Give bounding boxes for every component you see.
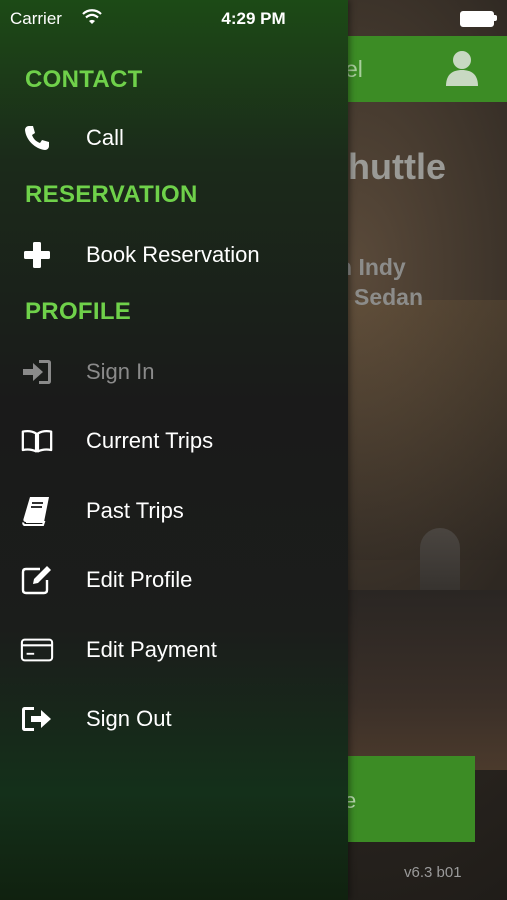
side-drawer-menu: CONTACT Call RESERVATION Book Reservatio…: [0, 0, 348, 900]
sign-in-icon: [20, 355, 54, 389]
battery-tip: [494, 15, 497, 21]
menu-item-label: Edit Payment: [86, 637, 217, 662]
hero-subtitle-line2: Sedan: [354, 284, 424, 310]
menu-item-book-reservation[interactable]: Book Reservation: [0, 227, 348, 283]
sign-out-icon: [20, 702, 54, 736]
app-header: [348, 36, 507, 102]
menu-item-sign-in[interactable]: Sign In: [0, 344, 348, 400]
user-profile-icon[interactable]: [445, 50, 479, 86]
section-title-profile: PROFILE: [25, 298, 132, 325]
plus-icon: [20, 238, 54, 272]
background-action-button[interactable]: [348, 756, 475, 842]
menu-item-sign-out[interactable]: Sign Out: [0, 691, 348, 747]
menu-item-label: Past Trips: [86, 498, 184, 523]
edit-pencil-icon: [20, 563, 54, 597]
background-photo: [348, 300, 507, 560]
menu-item-label: Call: [86, 125, 124, 150]
menu-item-edit-profile[interactable]: Edit Profile: [0, 552, 348, 608]
closed-book-icon: [20, 494, 54, 528]
clock-time: 4:29 PM: [221, 9, 286, 28]
menu-item-call[interactable]: Call: [0, 110, 348, 166]
hero-subtitle-line1: n Indy: [338, 254, 406, 280]
menu-item-label: Current Trips: [86, 428, 214, 453]
battery-icon: [460, 11, 494, 27]
menu-item-label: Edit Profile: [86, 567, 193, 592]
hero-title: huttle: [348, 146, 446, 187]
menu-item-current-trips[interactable]: Current Trips: [0, 413, 348, 469]
section-title-contact: CONTACT: [25, 66, 143, 93]
menu-item-label: Sign In: [86, 359, 155, 384]
version-label: v6.3 b01: [404, 864, 462, 881]
credit-card-icon: [20, 633, 54, 667]
phone-icon: [20, 121, 54, 155]
menu-item-edit-payment[interactable]: Edit Payment: [0, 622, 348, 678]
menu-item-past-trips[interactable]: Past Trips: [0, 483, 348, 539]
menu-item-label: Book Reservation: [86, 242, 260, 267]
menu-item-label: Sign Out: [86, 706, 172, 731]
open-book-icon: [20, 424, 54, 458]
status-bar: Carrier 4:29 PM: [0, 0, 507, 36]
section-title-reservation: RESERVATION: [25, 181, 198, 208]
background-city: [348, 590, 507, 770]
